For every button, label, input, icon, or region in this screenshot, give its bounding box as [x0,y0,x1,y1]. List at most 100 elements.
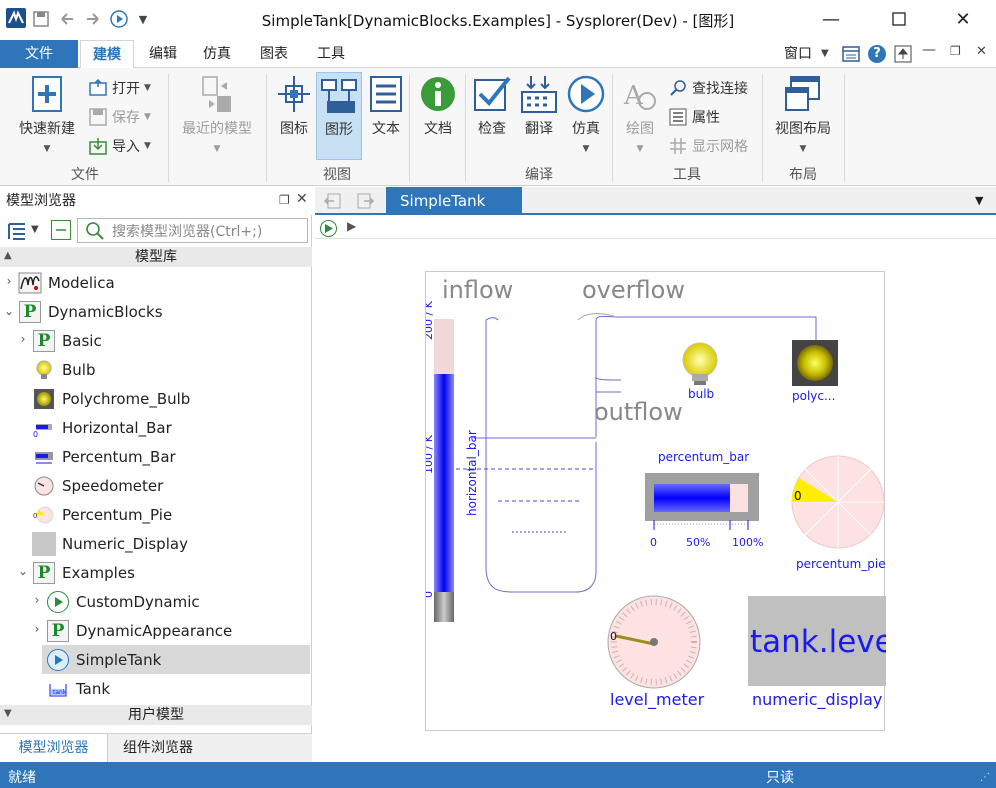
search-input[interactable]: 搜索模型浏览器(Ctrl+;) [77,218,308,243]
tree-item-speedometer[interactable]: Speedometer [32,471,163,500]
pie-zero-label: 0 [794,489,802,503]
horizontal-bar-label: horizontal_bar [465,430,479,516]
package-icon: P [47,619,69,642]
status-left: 就绪 [8,770,36,786]
documentation-button[interactable]: 文档 [416,74,460,138]
tree-item-numeric-display[interactable]: Numeric_Display [32,529,188,558]
info-icon [419,74,457,114]
tree-item-dynamicappearance[interactable]: P DynamicAppearance [46,616,232,645]
tree-item-tank[interactable]: tank Tank [46,674,110,703]
tree-item-dynamicblocks[interactable]: P DynamicBlocks [18,297,163,326]
tab-component-browser[interactable]: 组件浏览器 [108,734,208,762]
run-model-icon[interactable] [320,220,337,237]
layout-switch-icon[interactable] [842,45,860,67]
expand-arrow-icon[interactable]: › [30,622,44,636]
resize-grip-icon[interactable]: ⋰ [980,772,990,783]
close-panel-icon[interactable]: ✕ [296,191,308,207]
view-mode-dropdown-icon[interactable]: ▼ [31,224,39,235]
tab-modeling[interactable]: 建模 [80,40,134,69]
translate-button[interactable]: 翻译 [516,74,562,138]
view-diagram-button[interactable]: 图形 [316,72,362,160]
expand-arrow-icon[interactable]: › [16,332,30,346]
search-placeholder: 搜索模型浏览器(Ctrl+;) [112,223,263,240]
check-button[interactable]: 检查 [470,74,514,138]
ribbon-minimize-icon[interactable]: — [922,42,936,58]
tree-item-bulb[interactable]: Bulb [32,355,96,384]
window-menu[interactable]: 窗口 [778,40,818,68]
breadcrumb-arrow-icon[interactable]: ▶ [347,219,356,233]
collapse-all-icon[interactable] [51,220,71,240]
tree-item-modelica[interactable]: Modelica [18,268,115,297]
bulb-component[interactable] [682,342,718,378]
draw-dropdown-icon: ▼ [636,144,644,154]
recent-models-icon [197,74,237,114]
view-icon-button[interactable]: 图标 [274,74,314,138]
save-button[interactable]: 保存 ▼ [88,107,151,127]
pin-icon[interactable] [894,45,912,67]
tab-file[interactable]: 文件 [0,40,78,68]
tab-edit[interactable]: 编辑 [138,40,188,68]
quick-new-button[interactable]: 快速新建 ▼ [14,74,80,154]
properties-icon [669,108,687,126]
maximize-button[interactable] [876,0,922,38]
tab-simpletank[interactable]: SimpleTank [386,187,522,215]
percentum-pie-label: percentum_pie [796,557,886,571]
polychrome-bulb-label: polyc... [792,389,835,403]
collapse-arrow-icon[interactable]: ⌄ [16,564,30,578]
percentum-bar-tick-50: 50% [686,536,710,549]
open-button[interactable]: 打开 ▼ [88,78,151,98]
tree-item-polychrome-bulb[interactable]: Polychrome_Bulb [32,384,190,413]
back-nav-icon[interactable] [323,191,343,215]
properties-button[interactable]: 属性 [668,107,720,127]
tab-tools[interactable]: 工具 [304,40,358,68]
expand-arrow-icon[interactable]: › [30,593,44,607]
tab-charts[interactable]: 图表 [246,40,302,68]
view-mode-icon[interactable] [6,220,28,242]
recent-models-button[interactable]: 最近的模型 ▼ [176,74,258,154]
ribbon-restore-icon[interactable]: ❐ [950,44,961,58]
tank-icon: tank [46,678,70,700]
tank-empty-region [434,319,454,375]
level-meter-component[interactable] [607,595,701,689]
section-collapse-icon[interactable]: ▲ [4,250,12,261]
tree-item-customdynamic[interactable]: CustomDynamic [46,587,200,616]
tree-label: Numeric_Display [62,534,188,553]
tree-item-percentum-bar[interactable]: Percentum_Bar [32,442,176,471]
help-icon[interactable]: ? [868,45,886,63]
percentum-pie-component[interactable] [791,455,885,549]
import-button[interactable]: 导入 ▼ [88,136,151,156]
tree-item-horizontal-bar[interactable]: 0 Horizontal_Bar [32,413,172,442]
draw-label: 绘图 [626,121,654,137]
tab-model-browser[interactable]: 模型浏览器 [0,734,108,762]
tree-item-percentum-pie[interactable]: 0 Percentum_Pie [32,500,172,529]
percentum-bar-label: percentum_bar [658,450,749,464]
tank-axis-mid-label: 100 / K [426,434,435,474]
ribbon-close-icon[interactable]: ✕ [976,44,987,59]
float-panel-icon[interactable]: ❐ [279,193,290,207]
close-button[interactable]: ✕ [940,0,986,38]
new-document-icon [29,74,65,114]
tree-item-examples[interactable]: P Examples [32,558,135,587]
simulate-button[interactable]: 仿真 ▼ [564,74,608,154]
draw-button[interactable]: A 绘图 ▼ [618,74,662,154]
collapse-arrow-icon[interactable]: ⌄ [2,304,16,318]
expand-arrow-icon[interactable]: › [2,274,16,288]
import-label: 导入 [112,139,140,155]
forward-nav-icon[interactable] [355,191,375,215]
tree-item-simpletank[interactable]: SimpleTank [46,645,161,674]
show-grid-button[interactable]: 显示网格 [668,136,748,156]
simulate-icon [566,74,606,114]
section-collapse-icon[interactable]: ▼ [4,708,12,719]
window-menu-dropdown-icon[interactable]: ▼ [821,48,829,59]
speedometer-icon [32,475,56,497]
view-text-button[interactable]: 文本 [366,74,406,138]
tab-list-dropdown-icon[interactable]: ▼ [975,194,983,207]
find-connection-button[interactable]: 查找连接 [668,78,748,98]
section-model-library[interactable]: 模型库 [0,247,312,267]
tree-item-basic[interactable]: P Basic [32,326,102,355]
minimize-button[interactable]: — [808,0,854,38]
view-layout-button[interactable]: 视图布局 ▼ [770,74,836,154]
section-user-models[interactable]: 用户模型 [0,705,312,725]
diagram-canvas[interactable]: inflow overflow outflow 200 / K 100 / K … [425,271,886,731]
tab-simulation[interactable]: 仿真 [192,40,242,68]
